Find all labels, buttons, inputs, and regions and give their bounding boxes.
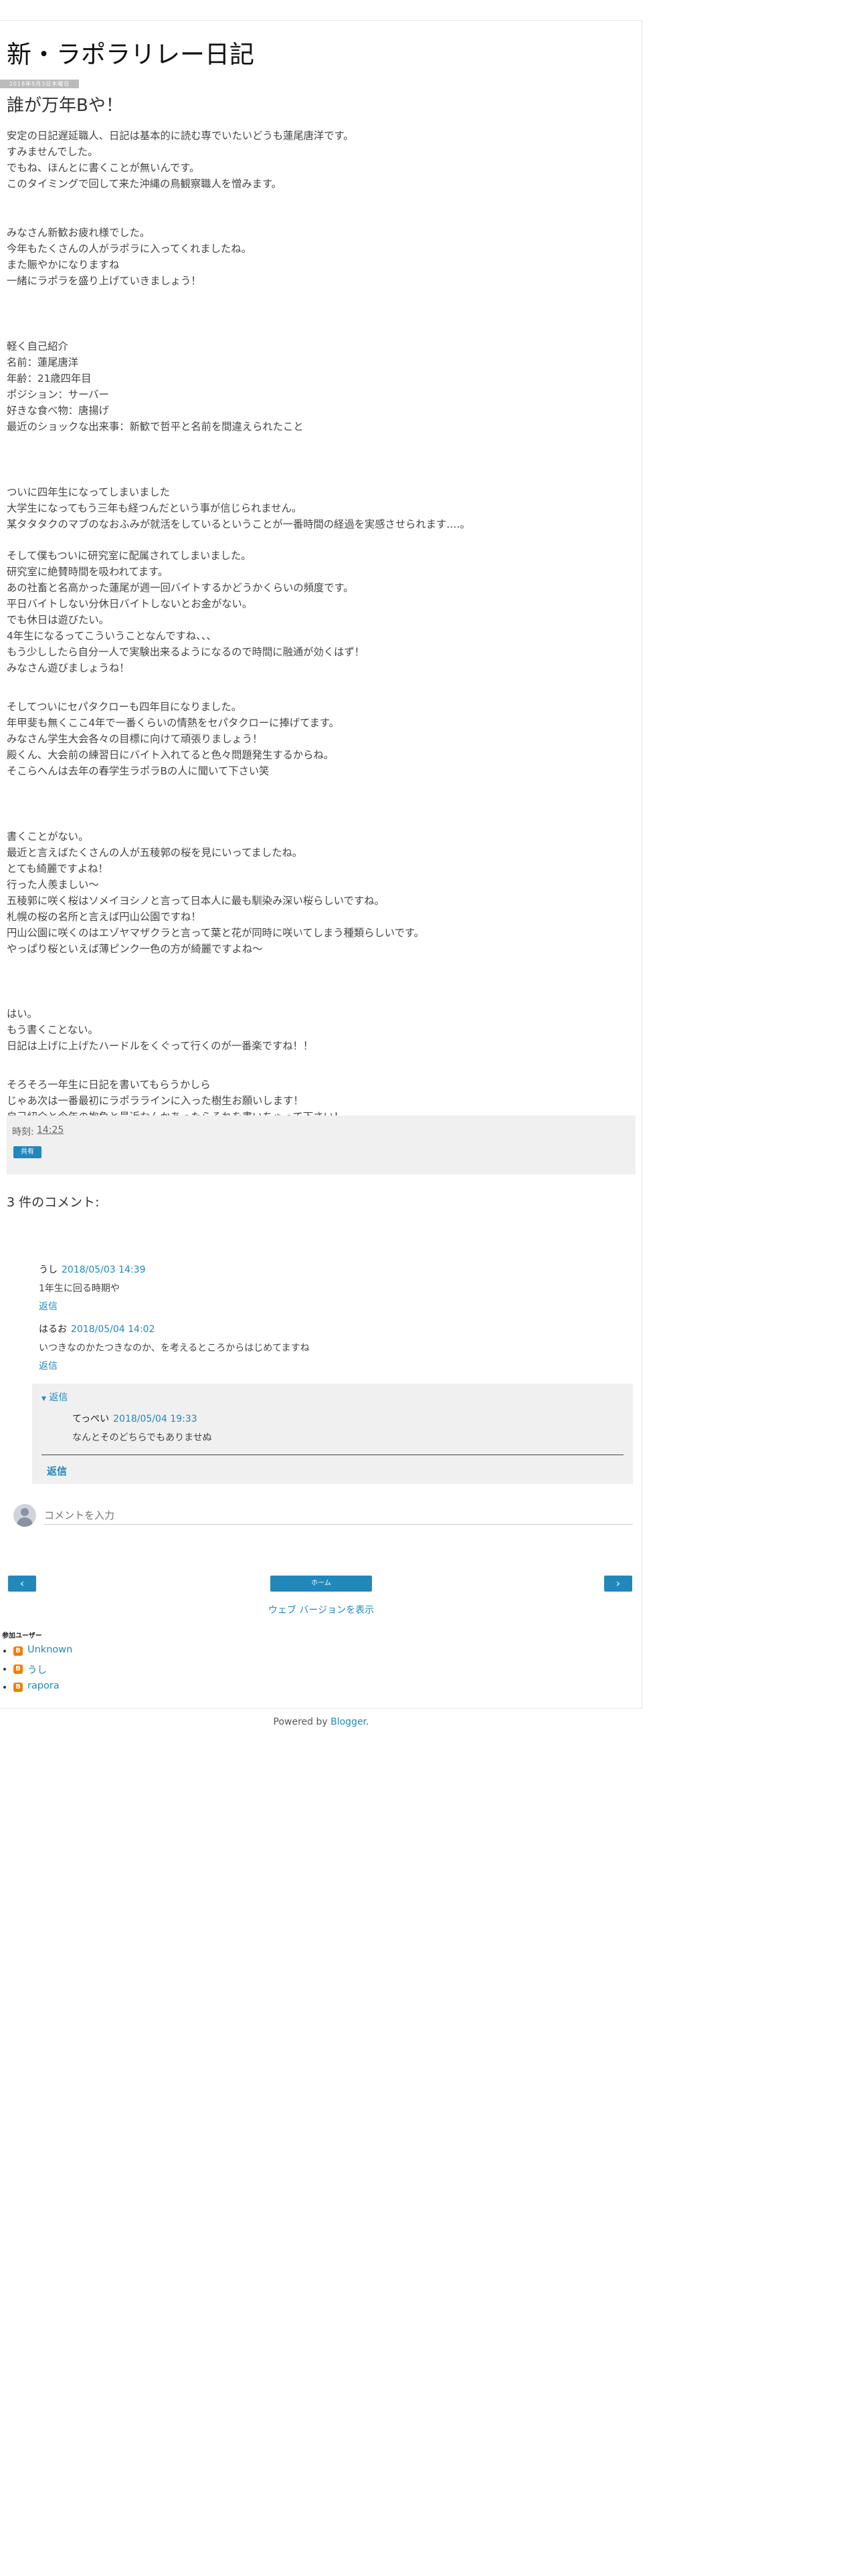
post-line: もう書くことない。 — [7, 1024, 98, 1036]
contributor-link[interactable]: rapora — [27, 1681, 60, 1691]
thread-reply-button[interactable]: 返信 — [47, 1464, 67, 1478]
post-line: 五稜郭に咲く桜はソメイヨシノと言って日本人に最も馴染み深い桜らしいですね。 — [7, 895, 385, 907]
bullet — [3, 1668, 6, 1671]
post-line: でもね、ほんとに書くことが無いんです。 — [7, 162, 200, 174]
comment-author: うし — [39, 1265, 58, 1275]
post-line: 某タタタクのマブのなおふみが就活をしているということが一番時間の経過を実感させら… — [7, 518, 470, 530]
post-title: 誰が万年Bや！ — [7, 96, 123, 116]
post-line: 殿くん、大会前の練習日にバイト入れてると色々問題発生するからね。 — [7, 749, 335, 761]
user-avatar-icon — [13, 1504, 36, 1527]
post-line: そこらへんは去年の春学生ラポラBの人に聞いて下さい笑 — [7, 765, 270, 777]
post-line: すみませんでした。 — [7, 146, 98, 158]
post-line: 軽く自己紹介 — [7, 340, 68, 352]
caret-down-icon: ▼ — [41, 1396, 46, 1402]
post-line: ついに四年生になってしまいました — [7, 486, 170, 498]
post-line: みなさん新歓お疲れ様でした。 — [7, 227, 151, 239]
comment-text: いつきなのかたつきなのか、を考えるところからはじめてますね — [39, 1343, 310, 1354]
post-line: 最近と言えばたくさんの人が五稜郭の桜を見にいってましたね。 — [7, 847, 303, 859]
blog-page: 新・ラポラリレー日記 2018年5月3日木曜日 誰が万年Bや！ 安定の日記遅延職… — [0, 20, 642, 1727]
post-line: 研究室に絶賛時間を吸われてます。 — [7, 566, 169, 578]
bullet — [3, 1686, 6, 1689]
post-line: このタイミングで回して来た沖縄の鳥観察職人を憎みます。 — [7, 178, 282, 190]
post-line: やっぱり桜といえば薄ピンク一色の方が綺麗ですよね〜 — [7, 943, 263, 955]
comment-time-link[interactable]: 2018/05/04 14:02 — [71, 1324, 155, 1335]
powered-by-prefix: Powered by — [273, 1717, 331, 1727]
blogger-icon: B — [13, 1665, 23, 1674]
post-line: でも休日は遊びたい。 — [7, 614, 109, 626]
post-line: 札幌の桜の名所と言えば円山公園ですね！ — [7, 911, 201, 923]
post-line: 年甲斐も無くここ4年で一番くらいの情熱をセパタクローに捧げてます。 — [7, 717, 339, 729]
contributors-heading: 参加ユーザー — [2, 1632, 42, 1640]
next-post-button[interactable]: › — [604, 1576, 632, 1592]
post-line: 大学生になってもう三年も経つんだという事が信じられません。 — [7, 502, 302, 514]
post-line: 円山公園に咲くのはエゾヤマザクラと言って葉と花が同時に咲いてしまう種類らしいです… — [7, 927, 424, 939]
post-line: 最近のショックな出来事：新歓で哲平と名前を間違えられたこと — [7, 421, 304, 433]
post-line: 名前：蓮尾唐洋 — [7, 356, 79, 368]
post-line: また賑やかになりますね — [7, 259, 120, 271]
post-footer: 時刻: 14:25 共有 — [7, 1115, 636, 1174]
thread-toggle[interactable]: ▼ 返信 — [41, 1390, 68, 1404]
post-line: とても綺麗ですよね！ — [7, 863, 108, 875]
home-button[interactable]: ホーム — [270, 1576, 372, 1592]
post-line: 年齢：21歳四年目 — [7, 372, 92, 385]
comment-item: はるお 2018/05/04 14:02 いつきなのかたつきなのか、を考えるところ… — [39, 1322, 628, 1372]
share-button[interactable]: 共有 — [13, 1146, 41, 1158]
blogger-link[interactable]: Blogger — [330, 1717, 366, 1727]
post-line: 安定の日記遅延職人、日記は基本的に読む専でいたいどうも蓮尾唐洋です。 — [7, 130, 354, 142]
post-time-label: 時刻: — [12, 1127, 34, 1138]
web-version-link[interactable]: ウェブ バージョンを表示 — [0, 1603, 642, 1616]
comment-author: てっぺい — [72, 1414, 110, 1424]
contributor-link[interactable]: うし — [27, 1662, 47, 1677]
comment-reply-link[interactable]: 返信 — [39, 1359, 58, 1372]
powered-by-suffix: . — [366, 1717, 369, 1727]
post-line: はい。 — [7, 1008, 37, 1020]
blog-title[interactable]: 新・ラポラリレー日記 — [7, 34, 254, 70]
comment-input[interactable] — [44, 1507, 633, 1525]
comment-author: はるお — [39, 1324, 67, 1335]
comment-text: なんとそのどちらでもありませぬ — [72, 1432, 212, 1443]
post-line: 4年生になるってこういうことなんですね、、、 — [7, 630, 217, 642]
blogger-icon: B — [13, 1646, 23, 1656]
blogger-icon: B — [13, 1683, 23, 1692]
post-line: じゃあ次は一番最初にラポララインに入った樹生お願いします！ — [7, 1095, 304, 1107]
comment-time-link[interactable]: 2018/05/04 19:33 — [113, 1414, 197, 1424]
post-line: ポジション：サーバー — [7, 389, 109, 401]
post-line: みなさん学生大会各々の目標に向けて頑張りましょう！ — [7, 733, 263, 745]
reply-thread: ▼ 返信 てっぺい 2018/05/04 19:33 なんとそのどちらでもありませ… — [32, 1384, 633, 1484]
post-line: 平日バイトしない分休日バイトしないとお金がない。 — [7, 598, 253, 610]
prev-post-button[interactable]: ‹ — [8, 1576, 36, 1592]
post-line: もう少ししたら自分一人で実験出来るようになるので時間に融通が効くはず！ — [7, 646, 365, 658]
post-line: 日記は上げに上げたハードルをくぐって行くのが一番楽ですね！！ — [7, 1040, 314, 1052]
nested-comment: てっぺい 2018/05/04 19:33 なんとそのどちらでもありませぬ — [72, 1412, 607, 1443]
post-date-badge: 2018年5月3日木曜日 — [0, 80, 79, 88]
post-line: 好きな食べ物：唐揚げ — [7, 405, 109, 417]
contributor-link[interactable]: Unknown — [27, 1644, 72, 1655]
post-line: みなさん遊びましょうね！ — [7, 662, 130, 674]
post-line: そして僕もついに研究室に配属されてしまいました。 — [7, 550, 252, 562]
thread-toggle-label: 返信 — [49, 1392, 68, 1403]
powered-by: Powered by Blogger. — [0, 1717, 642, 1727]
post-line: そしてついにセパタクローも四年目になりました。 — [7, 701, 242, 713]
comment-item: うし 2018/05/03 14:39 1年生に回る時期や 返信 — [39, 1263, 628, 1312]
comment-reply-link[interactable]: 返信 — [39, 1299, 58, 1313]
post-line: 今年もたくさんの人がラポラに入ってくれましたね。 — [7, 243, 252, 255]
comments-heading: 3 件のコメント: — [7, 1195, 100, 1210]
chevron-left-icon: ‹ — [19, 1577, 25, 1590]
chevron-right-icon: › — [615, 1577, 621, 1590]
comment-input-row — [12, 1503, 633, 1529]
post-line: そろそろ一年生に日記を書いてもらうかしら — [7, 1079, 211, 1091]
post-line: 行った人羨ましい〜 — [7, 879, 99, 891]
post-line: あの社畜と名高かった蓮尾が週一回バイトするかどうかくらいの頻度です。 — [7, 582, 354, 594]
comment-time-link[interactable]: 2018/05/03 14:39 — [62, 1265, 146, 1275]
post-line: 書くことがない。 — [7, 831, 89, 843]
post-line: 一緒にラポラを盛り上げていきましょう！ — [7, 275, 201, 287]
comment-text: 1年生に回る時期や — [39, 1283, 120, 1294]
bullet — [3, 1650, 6, 1652]
post-time-link[interactable]: 14:25 — [37, 1125, 64, 1136]
